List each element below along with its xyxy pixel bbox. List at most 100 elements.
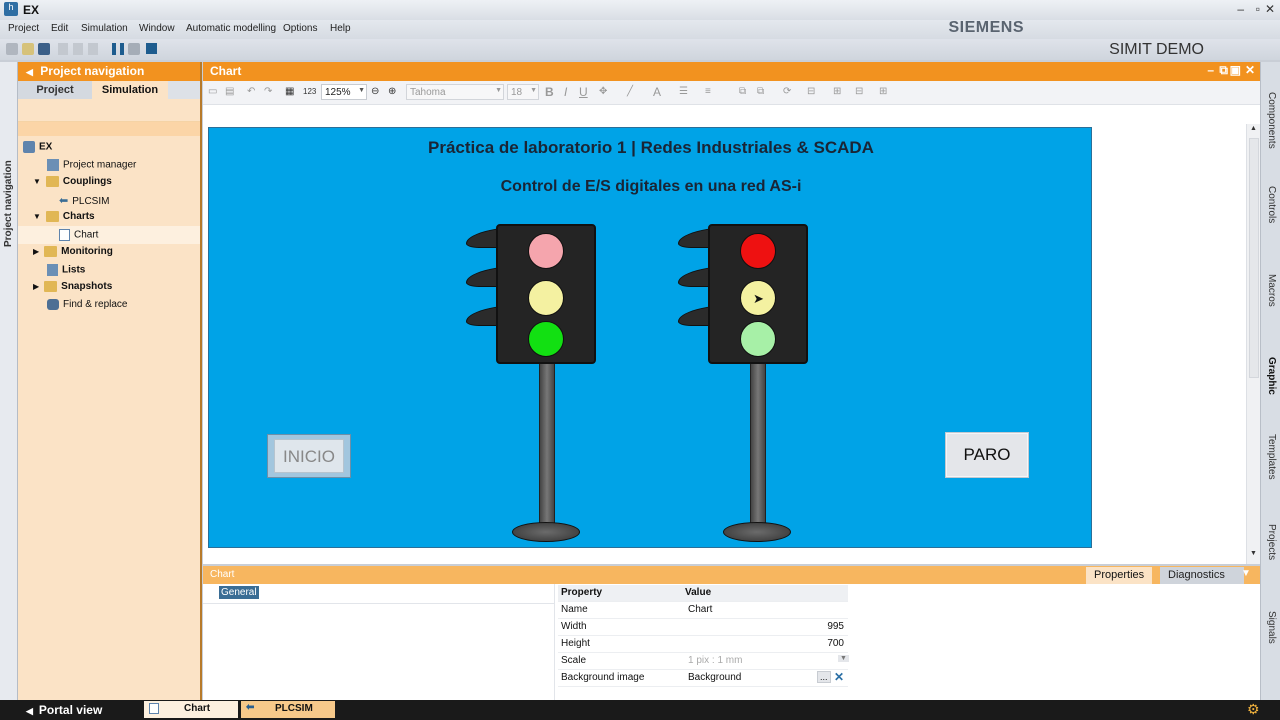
font-color-icon[interactable]: A bbox=[653, 85, 661, 99]
minimize-icon[interactable]: – bbox=[1207, 63, 1214, 77]
tab-project[interactable]: Project bbox=[18, 81, 92, 99]
print-icon[interactable]: ▤ bbox=[225, 86, 234, 97]
inicio-button[interactable]: INICIO bbox=[267, 434, 351, 478]
chevron-down-icon[interactable]: ▼ bbox=[838, 655, 849, 662]
save-icon[interactable] bbox=[38, 43, 50, 55]
clear-icon[interactable]: ✕ bbox=[834, 670, 844, 684]
tab-graphic[interactable]: Graphic bbox=[1266, 357, 1277, 395]
taskbar-item-chart[interactable]: Chart bbox=[144, 701, 238, 718]
close-icon[interactable]: ✕ bbox=[1245, 63, 1255, 77]
line-color-icon[interactable]: ╱ bbox=[627, 86, 633, 97]
font-size-select[interactable]: 18 ▼ bbox=[507, 84, 539, 100]
copy-icon[interactable] bbox=[73, 43, 83, 55]
new-icon[interactable] bbox=[6, 43, 18, 55]
zoom-out-icon[interactable]: ⊖ bbox=[371, 86, 379, 97]
green-lamp-off[interactable] bbox=[740, 321, 776, 357]
tab-controls[interactable]: Controls bbox=[1266, 186, 1277, 223]
camera-icon[interactable] bbox=[128, 43, 140, 55]
tree-lists[interactable]: Lists bbox=[47, 264, 85, 276]
paste-icon[interactable] bbox=[88, 43, 98, 55]
tab-signals[interactable]: Signals bbox=[1266, 611, 1277, 644]
portal-view-button[interactable]: ◀ Portal view bbox=[26, 703, 102, 717]
expand-down-icon[interactable]: ▼ bbox=[33, 212, 41, 221]
project-navigation-side-tab[interactable]: Project navigation bbox=[0, 62, 18, 700]
align-left-icon[interactable]: ⊟ bbox=[807, 86, 815, 97]
tree-plcsim[interactable]: ⬅ PLCSIM bbox=[59, 194, 109, 207]
expand-down-icon[interactable]: ▼ bbox=[33, 177, 41, 186]
property-value[interactable]: 700 bbox=[827, 638, 844, 649]
cut-icon[interactable] bbox=[58, 43, 68, 55]
chart-canvas[interactable]: Práctica de laboratorio 1 | Redes Indust… bbox=[208, 127, 1092, 548]
red-lamp-on[interactable] bbox=[740, 233, 776, 269]
group-icon[interactable]: ⧉ bbox=[739, 86, 746, 97]
tree-monitoring[interactable]: ▶ Monitoring bbox=[33, 246, 113, 257]
property-value[interactable]: 995 bbox=[827, 621, 844, 632]
menu-options[interactable]: Options bbox=[283, 23, 317, 34]
grid-icon[interactable]: ▦ bbox=[285, 86, 294, 97]
dash-style-icon[interactable]: ≡ bbox=[705, 86, 711, 97]
zoom-in-icon[interactable]: ⊕ bbox=[388, 86, 396, 97]
expand-right-icon[interactable]: ▶ bbox=[33, 282, 39, 291]
tab-components[interactable]: Components bbox=[1266, 92, 1277, 149]
menu-edit[interactable]: Edit bbox=[51, 23, 68, 34]
align-right-icon[interactable]: ⊟ bbox=[855, 86, 863, 97]
tab-templates[interactable]: Templates bbox=[1266, 434, 1277, 480]
italic-button[interactable]: I bbox=[564, 85, 567, 99]
maximize-icon[interactable]: ▣ bbox=[1230, 63, 1241, 77]
undo-icon[interactable]: ↶ bbox=[247, 86, 255, 97]
restore-button[interactable]: ▫ bbox=[1256, 2, 1260, 16]
tab-projects[interactable]: Projects bbox=[1266, 524, 1277, 560]
tab-macros[interactable]: Macros bbox=[1266, 274, 1277, 307]
chart-vertical-scrollbar[interactable]: ▲ ▼ bbox=[1246, 124, 1260, 564]
collapse-arrow-icon[interactable]: ◀ bbox=[26, 67, 33, 77]
collapse-panel-icon[interactable]: ▼ bbox=[1241, 568, 1251, 579]
settings-gear-icon[interactable]: ⚙ bbox=[1247, 701, 1260, 718]
minimize-button[interactable]: – bbox=[1237, 2, 1244, 16]
property-value[interactable]: Chart bbox=[688, 604, 712, 615]
menu-window[interactable]: Window bbox=[139, 23, 175, 34]
red-lamp-off[interactable] bbox=[528, 233, 564, 269]
bold-button[interactable]: B bbox=[545, 85, 554, 99]
open-icon[interactable] bbox=[22, 43, 34, 55]
scroll-thumb[interactable] bbox=[1249, 138, 1259, 378]
menu-automatic-modelling[interactable]: Automatic modelling bbox=[186, 23, 276, 34]
menu-project[interactable]: Project bbox=[8, 23, 39, 34]
stop-icon[interactable] bbox=[146, 43, 157, 54]
underline-button[interactable]: U bbox=[579, 85, 588, 99]
tree-snapshots[interactable]: ▶ Snapshots bbox=[33, 281, 112, 292]
yellow-lamp-off[interactable] bbox=[528, 280, 564, 316]
menu-simulation[interactable]: Simulation bbox=[81, 23, 128, 34]
fill-color-icon[interactable]: ✥ bbox=[599, 86, 607, 97]
tree-find-replace[interactable]: Find & replace bbox=[47, 299, 127, 310]
tree-root[interactable]: EX bbox=[23, 141, 52, 153]
rotate-icon[interactable]: ⟳ bbox=[783, 86, 791, 97]
scroll-down-icon[interactable]: ▼ bbox=[1250, 550, 1257, 557]
pause-icon[interactable] bbox=[112, 43, 124, 55]
close-button[interactable]: ✕ bbox=[1265, 2, 1275, 16]
line-style-icon[interactable]: ☰ bbox=[679, 86, 688, 97]
scroll-up-icon[interactable]: ▲ bbox=[1250, 125, 1257, 132]
tab-properties[interactable]: Properties bbox=[1086, 567, 1153, 584]
zoom-select[interactable]: 125% ▼ bbox=[321, 84, 367, 100]
tab-simulation[interactable]: Simulation bbox=[92, 81, 168, 99]
general-category[interactable]: General bbox=[219, 586, 259, 599]
tab-diagnostics[interactable]: Diagnostics bbox=[1160, 567, 1244, 584]
tree-chart[interactable]: Chart bbox=[59, 229, 98, 241]
grid-numbers-label[interactable]: 123 bbox=[303, 87, 316, 96]
scale-select[interactable]: 1 pix : 1 mm bbox=[688, 655, 742, 666]
redo-icon[interactable]: ↷ bbox=[264, 86, 272, 97]
float-icon[interactable]: ⧉ bbox=[1219, 63, 1228, 78]
green-lamp-on[interactable] bbox=[528, 321, 564, 357]
browse-button[interactable]: ... bbox=[817, 671, 831, 683]
ungroup-icon[interactable]: ⧉ bbox=[757, 86, 764, 97]
distribute-icon[interactable]: ⊞ bbox=[879, 86, 887, 97]
paro-button[interactable]: PARO bbox=[945, 432, 1029, 478]
taskbar-item-plcsim[interactable]: ⬅ PLCSIM bbox=[241, 701, 335, 718]
tree-project-manager[interactable]: Project manager bbox=[47, 159, 136, 171]
font-select[interactable]: Tahoma ▼ bbox=[406, 84, 504, 100]
save-icon[interactable]: ▭ bbox=[208, 86, 217, 97]
tree-couplings[interactable]: ▼ Couplings bbox=[33, 176, 112, 187]
tree-charts[interactable]: ▼ Charts bbox=[33, 211, 95, 222]
property-value[interactable]: Background bbox=[688, 672, 741, 683]
align-center-icon[interactable]: ⊞ bbox=[833, 86, 841, 97]
